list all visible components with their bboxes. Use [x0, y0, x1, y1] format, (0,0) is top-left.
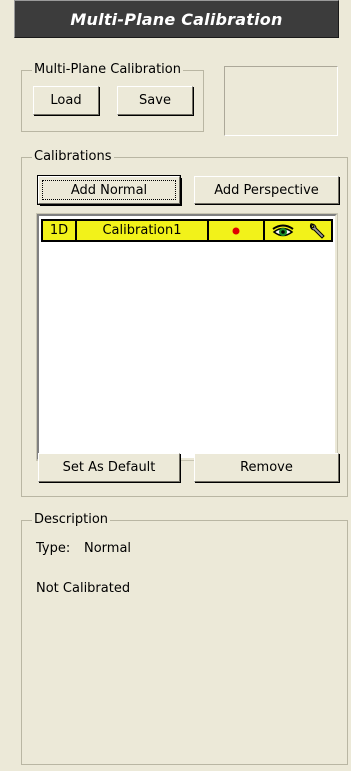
list-item[interactable]: 1D Calibration1	[41, 219, 333, 242]
calibration-status-text: Not Calibrated	[36, 581, 131, 596]
panel-title: Multi-Plane Calibration	[14, 0, 339, 38]
add-normal-button[interactable]: Add Normal	[38, 176, 180, 204]
eye-icon[interactable]	[271, 223, 294, 239]
save-button[interactable]: Save	[117, 86, 193, 115]
multiplane-calibration-group: Multi-Plane Calibration Load Save	[21, 63, 204, 132]
focus-rectangle	[42, 180, 176, 200]
calibration-status-cell	[209, 221, 265, 240]
remove-button[interactable]: Remove	[194, 453, 339, 482]
set-as-default-button[interactable]: Set As Default	[38, 453, 180, 482]
description-group: Description	[21, 513, 348, 765]
multiplane-group-label: Multi-Plane Calibration	[32, 62, 183, 77]
type-label: Type:	[36, 541, 71, 556]
wrench-icon[interactable]	[307, 222, 325, 239]
load-button[interactable]: Load	[33, 86, 99, 115]
add-perspective-button[interactable]: Add Perspective	[194, 176, 339, 204]
calibration-type-cell: 1D	[43, 221, 77, 240]
calibration-tools-cell	[265, 221, 331, 240]
calibration-name-cell: Calibration1	[77, 221, 209, 240]
type-value: Normal	[84, 541, 132, 556]
red-dot-icon	[232, 227, 240, 234]
calibrations-list[interactable]: 1D Calibration1	[36, 213, 338, 461]
calibrations-group-label: Calibrations	[32, 149, 114, 164]
description-group-label: Description	[32, 512, 111, 527]
preview-panel	[224, 66, 338, 136]
